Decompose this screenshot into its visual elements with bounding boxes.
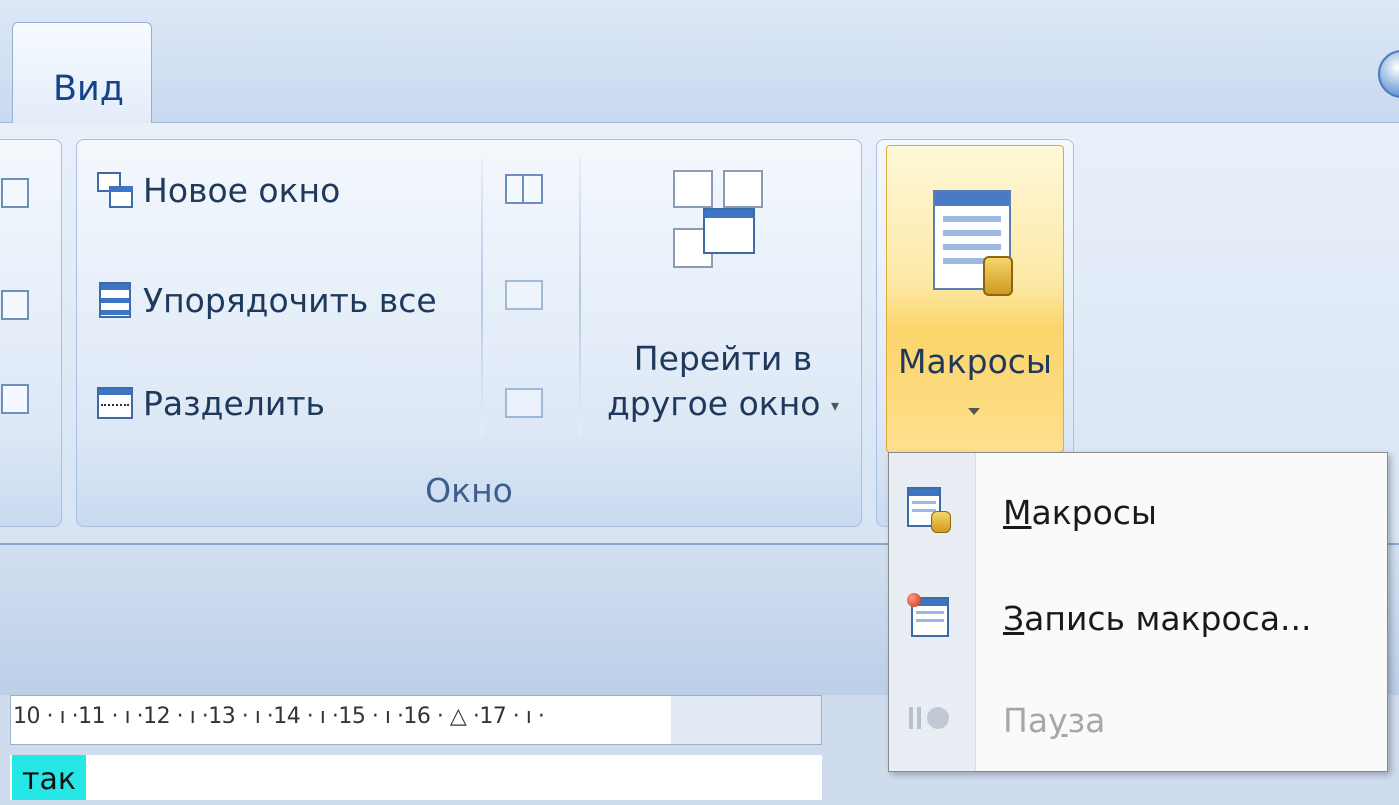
record-macro-icon [907, 593, 953, 639]
split-label: Разделить [143, 383, 325, 423]
macros-button[interactable]: Макросы [886, 145, 1064, 453]
help-button[interactable] [1378, 50, 1399, 98]
highlighted-text: так [12, 755, 86, 800]
macros-icon [907, 487, 953, 533]
arrange-all-icon [97, 282, 133, 318]
switch-windows-label: Перейти в другое окно ▾ [606, 339, 840, 423]
switch-windows-icon [673, 170, 773, 270]
arrange-all-button[interactable]: Упорядочить все [97, 272, 437, 328]
new-window-button[interactable]: Новое окно [97, 162, 340, 218]
macros-dropdown-menu: Макросы Запись макроса... Пауза [888, 452, 1388, 772]
menu-item-macros[interactable]: Макросы [889, 457, 1387, 561]
chevron-down-icon [968, 408, 980, 415]
view-icon-1[interactable] [1, 178, 29, 208]
arrange-all-label: Упорядочить все [143, 280, 437, 320]
menu-item-record-macro[interactable]: Запись макроса... [889, 563, 1387, 667]
ruler-numbers: 10 · ı ·11 · ı ·12 · ı ·13 · ı ·14 · ı ·… [13, 704, 545, 729]
view-icon-3[interactable] [1, 384, 29, 414]
synchronous-scrolling-icon[interactable] [505, 280, 543, 310]
view-icon-2[interactable] [1, 290, 29, 320]
pause-icon [907, 695, 953, 741]
new-window-icon [97, 172, 133, 208]
ribbon-tab-bar: Вид [0, 0, 1399, 124]
document-page[interactable]: так [10, 755, 822, 800]
macros-button-label: Макросы [898, 342, 1052, 381]
tab-view[interactable]: Вид [12, 22, 152, 124]
switch-windows-button[interactable]: Перейти в другое окно ▾ [589, 160, 857, 450]
horizontal-ruler[interactable]: 10 · ı ·11 · ı ·12 · ı ·13 · ı ·14 · ı ·… [10, 695, 822, 745]
new-window-label: Новое окно [143, 170, 341, 210]
chevron-down-icon: ▾ [830, 396, 840, 415]
reset-window-position-icon[interactable] [505, 388, 543, 418]
split-button[interactable]: Разделить [97, 375, 325, 431]
view-side-by-side-icon[interactable] [505, 174, 543, 204]
window-group: Новое окно Упорядочить все Разделить Пер… [76, 139, 862, 527]
ruler-margin [671, 696, 821, 744]
group-separator [481, 158, 483, 438]
tab-view-label: Вид [53, 69, 124, 109]
scroll-icon [983, 256, 1013, 296]
group-separator-2 [579, 158, 581, 438]
window-group-label: Окно [425, 471, 513, 510]
previous-group [0, 139, 62, 527]
split-icon [97, 385, 133, 421]
menu-item-pause[interactable]: Пауза [889, 665, 1387, 769]
